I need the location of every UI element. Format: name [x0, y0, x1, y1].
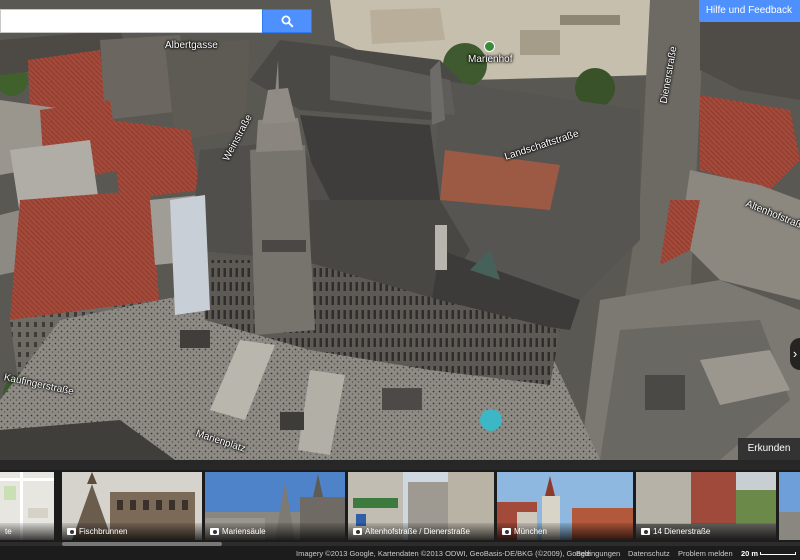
search-box: [0, 9, 312, 33]
filmstrip-item[interactable]: Mariensäule: [205, 472, 345, 540]
camera-icon: [353, 528, 362, 535]
filmstrip-item[interactable]: te: [0, 472, 54, 540]
camera-icon: [641, 528, 650, 535]
terms-link[interactable]: Bedingungen: [576, 548, 620, 560]
filmstrip-scrollbar[interactable]: [0, 542, 800, 546]
search-input[interactable]: [0, 9, 262, 33]
report-problem-link[interactable]: Problem melden: [678, 548, 733, 560]
scale-label: 20 m: [741, 549, 759, 558]
filmstrip-caption: Altenhofstraße / Dienerstraße: [348, 523, 494, 540]
photo-filmstrip: te Fischbrunnen Mariensäule Altenhofstra…: [0, 460, 800, 548]
search-button[interactable]: [262, 9, 312, 33]
search-icon: [281, 15, 294, 28]
camera-icon: [502, 528, 511, 535]
filmstrip-caption: München: [497, 523, 633, 540]
explore-button[interactable]: Erkunden: [738, 438, 800, 460]
filmstrip-caption: 14 Dienerstraße: [636, 523, 776, 540]
help-feedback-button[interactable]: Hilfe und Feedback: [698, 0, 800, 22]
street-label: Marienhof: [468, 54, 513, 65]
photo-thumbnail: [779, 472, 800, 540]
aerial-map[interactable]: Albertgasse Marienhof Weinstraße Landsch…: [0, 0, 800, 460]
privacy-link[interactable]: Datenschutz: [628, 548, 670, 560]
filmstrip-item[interactable]: 14 Dienerstraße: [636, 472, 776, 540]
map-footer: Imagery ©2013 Google, Kartendaten ©2013 …: [0, 548, 800, 560]
filmstrip-item[interactable]: Altenhofstraße / Dienerstraße: [348, 472, 494, 540]
camera-icon: [210, 528, 219, 535]
filmstrip-caption: Fischbrunnen: [62, 523, 202, 540]
poi-marker-icon[interactable]: [484, 41, 495, 52]
imagery-attribution: Imagery ©2013 Google, Kartendaten ©2013 …: [296, 549, 591, 558]
filmstrip-item[interactable]: Fischbrunnen: [62, 472, 202, 540]
scrollbar-thumb[interactable]: [62, 542, 222, 546]
street-label: Albertgasse: [165, 40, 218, 51]
filmstrip-caption: Mariensäule: [205, 523, 345, 540]
aerial-imagery: [0, 0, 800, 460]
filmstrip-header: [0, 460, 800, 470]
chevron-right-icon[interactable]: ›: [790, 338, 800, 370]
filmstrip-item[interactable]: München: [497, 472, 633, 540]
camera-icon: [67, 528, 76, 535]
filmstrip-caption: te: [0, 523, 54, 540]
filmstrip-item[interactable]: [779, 472, 800, 540]
scale-bar: [760, 552, 796, 555]
